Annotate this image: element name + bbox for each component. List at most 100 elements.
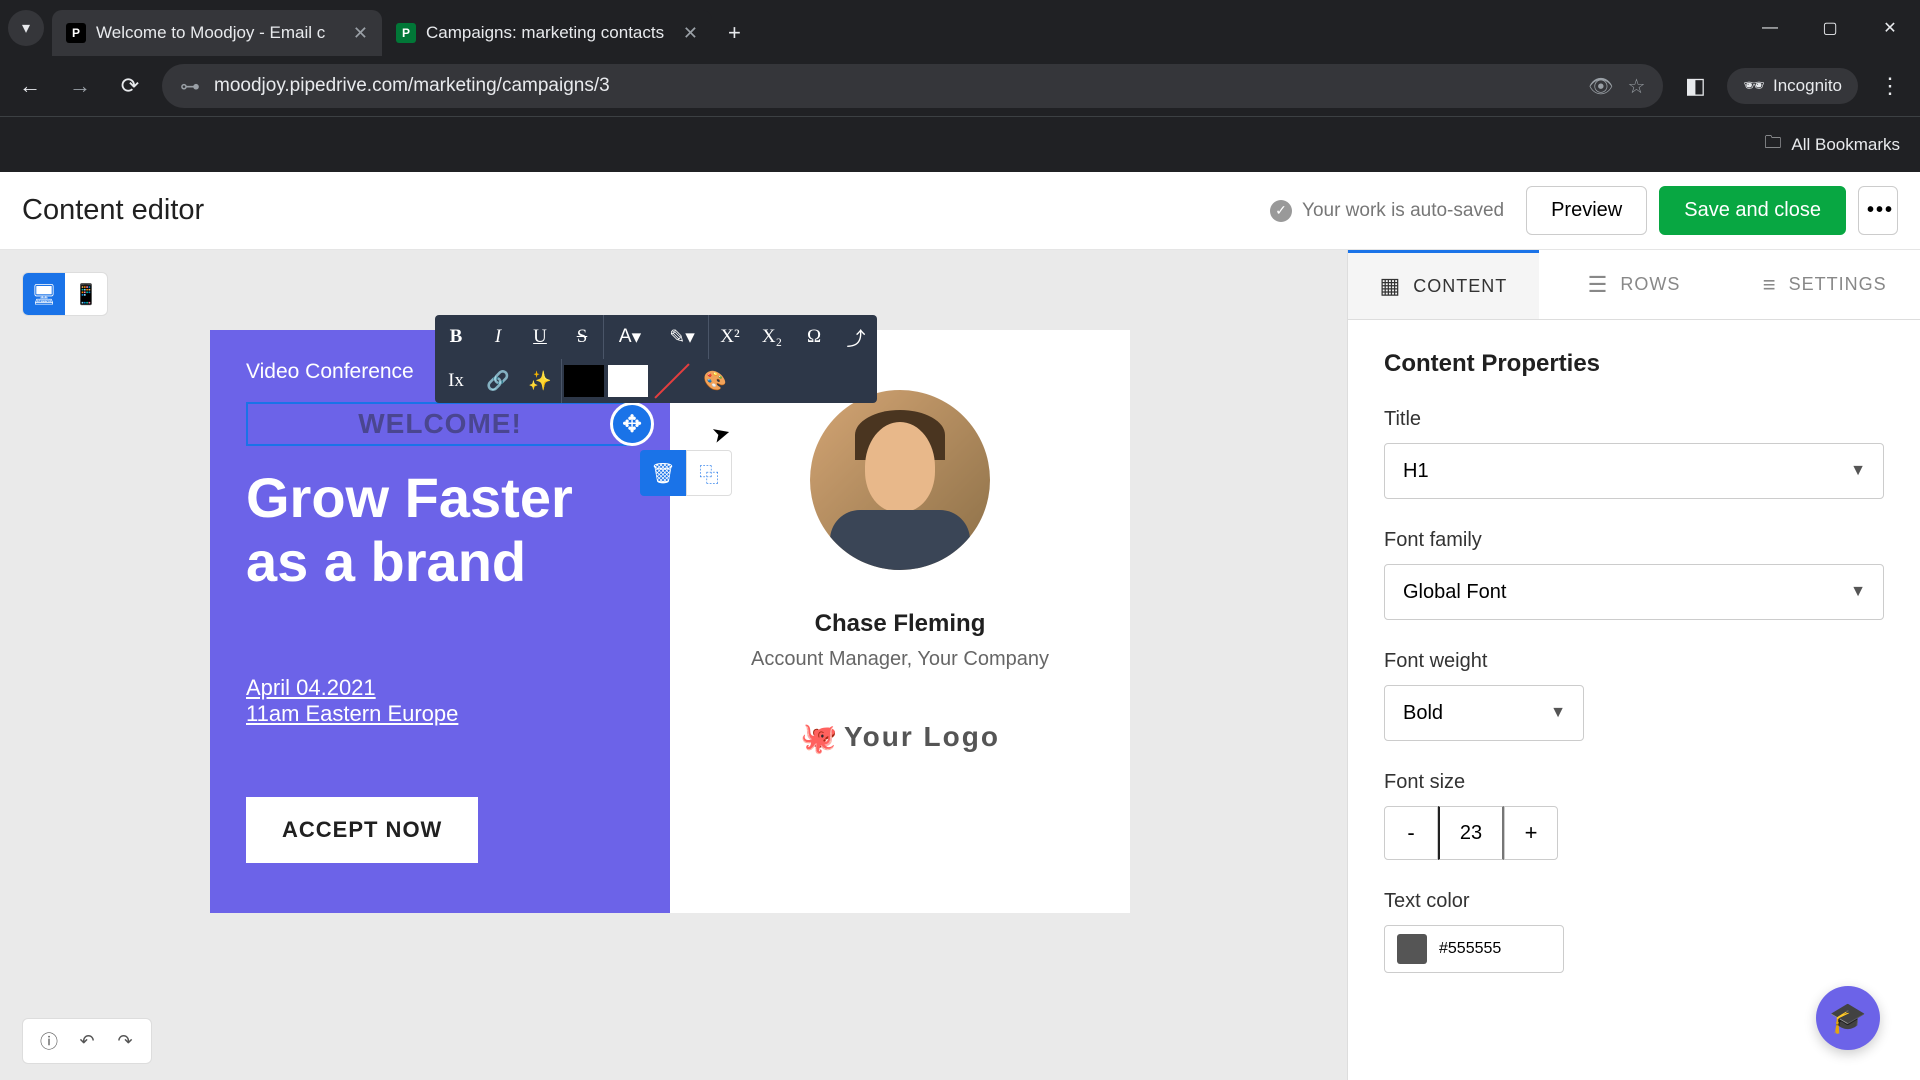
page-title: Content editor [22, 194, 1270, 227]
sidepanel-button[interactable]: ◧ [1677, 68, 1713, 104]
bookmark-star-icon[interactable]: ☆ [1627, 74, 1645, 99]
graduation-cap-icon: 🎓 [1829, 1001, 1866, 1036]
url-input[interactable]: ⊶ moodjoy.pipedrive.com/marketing/campai… [162, 64, 1663, 108]
accept-now-button[interactable]: ACCEPT NOW [246, 797, 478, 863]
text-color-input[interactable]: #555555 [1384, 925, 1564, 973]
visibility-icon[interactable]: 👁 [1588, 74, 1613, 99]
main-layout: 🖥 📱 B I U S A ▾ ✎ ▾ X² X₂ Ω ⤴ Ix 🔗 [0, 250, 1920, 1080]
minimize-button[interactable]: — [1740, 0, 1800, 56]
sidebar: ▦ CONTENT ☰ ROWS ≡ SETTINGS Content Prop… [1348, 250, 1920, 1080]
browser-menu-button[interactable]: ⋮ [1872, 68, 1908, 104]
magic-button[interactable]: ✨ [519, 359, 561, 403]
email-right-column[interactable]: Chase Fleming Account Manager, Your Comp… [670, 330, 1130, 913]
text-format-toolbar: B I U S A ▾ ✎ ▾ X² X₂ Ω ⤴ Ix 🔗 ✨ [435, 315, 877, 403]
tab-search-button[interactable]: ▾ [8, 10, 44, 46]
title-select[interactable]: H1 [1384, 443, 1884, 499]
folder-icon: 🗀 [1764, 130, 1781, 159]
font-weight-select[interactable]: Bold [1384, 685, 1584, 741]
tab-content[interactable]: ▦ CONTENT [1348, 250, 1539, 319]
color-swatch-none[interactable] [652, 365, 692, 397]
bookmarks-bar: 🗀 All Bookmarks [0, 116, 1920, 172]
superscript-button[interactable]: X² [709, 315, 751, 359]
all-bookmarks-link[interactable]: 🗀 All Bookmarks [1764, 130, 1900, 159]
font-family-select[interactable]: Global Font [1384, 564, 1884, 620]
field-title: Title H1 ▼ [1384, 408, 1884, 499]
reload-button[interactable]: ⟳ [112, 68, 148, 104]
field-font-weight: Font weight Bold ▼ [1384, 650, 1884, 741]
font-size-decrease[interactable]: - [1384, 806, 1438, 860]
sidebar-tabs: ▦ CONTENT ☰ ROWS ≡ SETTINGS [1348, 250, 1920, 320]
more-options-button[interactable]: ••• [1858, 186, 1898, 235]
new-tab-button[interactable]: + [712, 20, 757, 46]
delete-block-button[interactable]: 🗑 [640, 450, 686, 496]
font-color-button[interactable]: A ▾ [604, 315, 656, 359]
site-settings-icon[interactable]: ⊶ [180, 74, 200, 99]
rows-icon: ☰ [1588, 272, 1609, 298]
link-button[interactable]: 🔗 [477, 359, 519, 403]
welcome-text: WELCOME! [248, 408, 632, 440]
person-title: Account Manager, Your Company [700, 648, 1100, 671]
tab-title: Welcome to Moodjoy - Email c [96, 23, 343, 43]
color-swatch-white[interactable] [608, 365, 648, 397]
incognito-label: Incognito [1773, 76, 1842, 96]
content-icon: ▦ [1379, 273, 1401, 299]
settings-icon: ≡ [1763, 272, 1777, 298]
field-font-family: Font family Global Font ▼ [1384, 529, 1884, 620]
strikethrough-button[interactable]: S [561, 315, 603, 359]
tab-bar: ▾ P Welcome to Moodjoy - Email c ✕ P Cam… [0, 0, 1920, 56]
help-fab-button[interactable]: 🎓 [1816, 986, 1880, 1050]
person-name: Chase Fleming [700, 610, 1100, 638]
font-weight-label: Font weight [1384, 650, 1884, 673]
duplicate-block-button[interactable]: ⿻ [686, 450, 732, 496]
tab-rows[interactable]: ☰ ROWS [1539, 250, 1730, 319]
date-block[interactable]: April 04.2021 11am Eastern Europe [246, 675, 634, 727]
font-size-increase[interactable]: + [1504, 806, 1558, 860]
undo-button[interactable]: ↶ [73, 1027, 101, 1055]
window-controls: — ▢ ✕ [1740, 0, 1920, 56]
move-handle-icon[interactable]: ✥ [610, 402, 654, 446]
block-actions: 🗑 ⿻ [640, 450, 732, 496]
font-family-label: Font family [1384, 529, 1884, 552]
save-and-close-button[interactable]: Save and close [1659, 186, 1846, 235]
italic-button[interactable]: I [477, 315, 519, 359]
browser-chrome: ▾ P Welcome to Moodjoy - Email c ✕ P Cam… [0, 0, 1920, 172]
date-text: April 04.2021 [246, 675, 634, 701]
app-header: Content editor ✓ Your work is auto-saved… [0, 172, 1920, 250]
logo-block: 🐙 Your Logo [700, 721, 1100, 753]
font-size-input[interactable] [1438, 806, 1504, 860]
maximize-button[interactable]: ▢ [1800, 0, 1860, 56]
desktop-view-button[interactable]: 🖥 [23, 273, 65, 315]
incognito-badge[interactable]: 🕶 Incognito [1727, 68, 1858, 104]
font-size-stepper: - + [1384, 806, 1884, 860]
tab-settings[interactable]: ≡ SETTINGS [1729, 250, 1920, 319]
welcome-block-selected[interactable]: WELCOME! ✥ 🗑 ⿻ [246, 402, 634, 446]
email-left-column[interactable]: Video Conference WELCOME! ✥ 🗑 ⿻ Grow Fas… [210, 330, 670, 913]
undo-bar: ⓘ ↶ ↷ [22, 1018, 152, 1064]
special-char-button[interactable]: Ω [793, 315, 835, 359]
sidebar-content: Content Properties Title H1 ▼ Font famil… [1348, 320, 1920, 1033]
subscript-button[interactable]: X₂ [751, 315, 793, 359]
headline-text[interactable]: Grow Faster as a brand [246, 466, 634, 595]
back-button[interactable]: ← [12, 68, 48, 104]
close-window-button[interactable]: ✕ [1860, 0, 1920, 56]
color-swatch-black[interactable] [564, 365, 604, 397]
redo-button[interactable]: ↷ [111, 1027, 139, 1055]
browser-tab-1[interactable]: P Welcome to Moodjoy - Email c ✕ [52, 10, 382, 56]
preview-button[interactable]: Preview [1526, 186, 1647, 235]
bold-button[interactable]: B [435, 315, 477, 359]
browser-tab-2[interactable]: P Campaigns: marketing contacts ✕ [382, 10, 712, 56]
tab-close-icon[interactable]: ✕ [683, 23, 698, 44]
logo-text: Your Logo [844, 721, 1000, 753]
tab-close-icon[interactable]: ✕ [353, 23, 368, 44]
mobile-view-button[interactable]: 📱 [65, 273, 107, 315]
underline-button[interactable]: U [519, 315, 561, 359]
clear-format-button[interactable]: Ix [435, 359, 477, 403]
upload-button[interactable]: ⤴ [835, 315, 877, 359]
logo-icon: 🐙 [800, 721, 832, 753]
forward-button[interactable]: → [62, 68, 98, 104]
color-palette-button[interactable]: 🎨 [694, 359, 736, 403]
highlight-button[interactable]: ✎ ▾ [656, 315, 708, 359]
field-text-color: Text color #555555 [1384, 890, 1884, 973]
text-color-value: #555555 [1439, 940, 1501, 958]
info-button[interactable]: ⓘ [35, 1027, 63, 1055]
